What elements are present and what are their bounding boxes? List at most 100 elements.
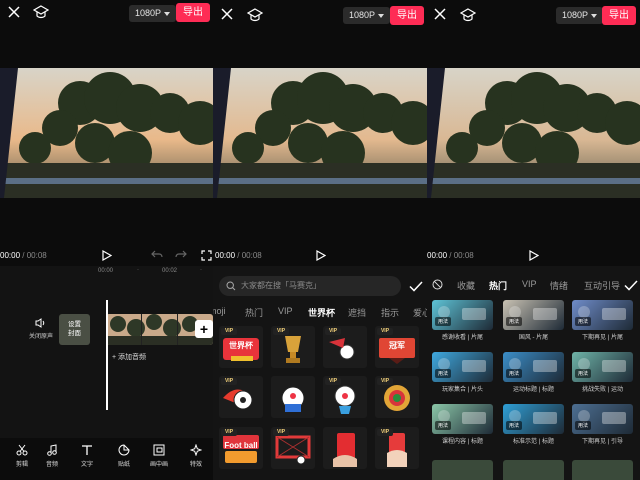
resolution-select[interactable]: 1080P — [556, 7, 604, 24]
play-icon[interactable] — [527, 248, 541, 262]
tutorial-cap-icon[interactable] — [459, 7, 477, 23]
football-character-sticker[interactable] — [271, 376, 315, 418]
vip-badge: VIP — [221, 378, 237, 385]
template-drawer: 收藏 热门 VIP 情绪 互动引导 用法 感谢收看 | 片尾 用法 国风 - 片尾 用法 下期再见… — [427, 266, 640, 480]
tutorial-cap-icon[interactable] — [32, 4, 50, 20]
vip-badge: VIP — [221, 328, 237, 335]
use-badge: 用法 — [575, 317, 592, 326]
redo-icon[interactable] — [174, 248, 188, 262]
template-card[interactable]: 用法 挑战失败 | 运动 — [572, 352, 633, 393]
template-tab[interactable]: 收藏 — [457, 279, 475, 292]
play-icon[interactable] — [314, 248, 328, 262]
cover-label-1: 设置 — [68, 321, 81, 328]
template-tab[interactable]: VIP — [522, 279, 537, 289]
mute-original-button[interactable]: 关闭原声 — [26, 318, 56, 340]
use-badge: 用法 — [506, 317, 523, 326]
top-bar: 1080P 导出 — [213, 0, 427, 28]
sticker-tab[interactable]: 热门 — [245, 306, 263, 319]
template-caption: 玩家集合 | 片头 — [442, 387, 483, 393]
template-card[interactable]: 用法 标准示范 | 标题 — [503, 404, 564, 445]
toolbar-picture-in-picture-button[interactable]: 画中画 — [145, 444, 173, 468]
template-caption: 运动标题 | 标题 — [513, 387, 554, 393]
toolbar-music-note-button[interactable]: 音频 — [38, 444, 66, 468]
play-icon[interactable] — [100, 248, 114, 262]
template-card[interactable]: 用法国风 - 片尾 — [503, 300, 564, 341]
sticker-tab[interactable]: 爱心 — [413, 306, 427, 319]
template-thumbnail: 用法 — [503, 352, 564, 382]
template-caption: 下期再见 | 片尾 — [582, 335, 623, 341]
template-card[interactable]: 用法 感谢收看 | 片尾 — [432, 300, 493, 341]
template-tab[interactable]: 情绪 — [550, 279, 568, 292]
sticker-tab[interactable]: 世界杯 — [308, 306, 335, 319]
vip-badge: VIP — [325, 328, 341, 335]
template-tab[interactable]: 热门 — [489, 279, 507, 292]
add-clip-button[interactable]: + — [195, 320, 213, 338]
toolbar-text-button[interactable]: 文字 — [73, 444, 101, 468]
trophy-sticker[interactable]: VIP — [271, 326, 315, 368]
template-card[interactable]: 用法下期再见 | 片尾 — [572, 300, 633, 341]
sticker-category-tabs: moji 热门 VIP 世界杯遮挡 指示 爱心 — [213, 306, 427, 326]
goal-net-sticker[interactable]: VIP — [271, 427, 315, 469]
confirm-check-icon[interactable] — [408, 279, 424, 293]
world-cup-title-sticker[interactable]: 世界杯 VIP — [219, 326, 263, 368]
top-bar: 1080P 导出 — [0, 0, 213, 28]
resolution-select[interactable]: 1080P — [343, 7, 391, 24]
kicking-boot-sticker[interactable]: VIP — [323, 326, 367, 368]
sticker-text: 世界杯 — [229, 341, 253, 350]
use-badge: 用法 — [435, 317, 452, 326]
template-card[interactable]: 用法 下期再见 | 引导 — [572, 404, 633, 445]
close-icon[interactable] — [6, 4, 22, 20]
hand-card-sticker[interactable]: VIP — [375, 427, 419, 469]
sticker-tab[interactable]: 遮挡 — [348, 306, 366, 319]
mute-label: 关闭原声 — [28, 334, 53, 340]
template-card[interactable]: 用法运动标题 | 标题 — [503, 352, 564, 393]
add-audio-button[interactable]: + 添加音频 — [112, 352, 146, 362]
set-cover-button[interactable]: 设置 封面 — [59, 314, 90, 345]
export-button[interactable]: 导出 — [390, 6, 424, 25]
template-card[interactable]: 用法课程内容 | 标题 — [432, 404, 493, 445]
export-button[interactable]: 导出 — [176, 3, 210, 22]
toolbar-label: 贴纸 — [117, 462, 130, 468]
template-card[interactable] — [572, 460, 633, 480]
template-thumbnail: 用法 — [572, 352, 633, 382]
template-card[interactable] — [503, 460, 564, 480]
champion-sticker[interactable]: 冠军 VIP — [375, 326, 419, 368]
close-icon[interactable] — [433, 7, 447, 21]
video-preview — [427, 68, 640, 198]
toolbar-effects-button[interactable]: 特效 — [182, 444, 210, 468]
sticker-tab[interactable]: moji — [213, 306, 226, 316]
tutorial-cap-icon[interactable] — [246, 7, 264, 23]
football-badge-sticker[interactable]: VIP — [375, 376, 419, 418]
fire-football-sticker[interactable]: VIP — [219, 376, 263, 418]
template-caption: 课程内容 | 标题 — [442, 439, 483, 445]
red-card-sticker[interactable] — [323, 427, 367, 469]
video-preview — [213, 68, 427, 198]
sticker-tab[interactable]: VIP — [278, 306, 293, 316]
playhead[interactable] — [106, 300, 108, 410]
use-badge: 用法 — [435, 369, 452, 378]
template-thumbnail: 用法 — [572, 300, 633, 330]
close-icon[interactable] — [220, 7, 234, 21]
football-text-sticker[interactable]: Foot ball VIP — [219, 427, 263, 469]
music-note-icon — [38, 444, 66, 456]
effects-icon — [182, 444, 210, 456]
template-thumbnail: 用法 — [432, 352, 493, 382]
time-display: 00:00 / 00:08 — [427, 251, 474, 260]
confirm-check-icon[interactable] — [623, 278, 639, 292]
use-badge: 用法 — [435, 421, 452, 430]
export-button[interactable]: 导出 — [602, 6, 636, 25]
vip-badge: VIP — [221, 429, 237, 436]
template-card[interactable] — [432, 460, 493, 480]
template-tab[interactable]: 互动引导 — [584, 279, 620, 292]
sticker-tab[interactable]: 指示 — [381, 306, 399, 319]
template-card[interactable]: 用法玩家集合 | 片头 — [432, 352, 493, 393]
undo-icon[interactable] — [150, 248, 164, 262]
template-caption: 国风 - 片尾 — [518, 335, 549, 341]
resolution-select[interactable]: 1080P — [129, 5, 177, 22]
sticker-search-input[interactable]: 大家都在搜「马赛克」 — [219, 276, 401, 296]
fullscreen-icon[interactable] — [199, 248, 213, 262]
ball-mascot-sticker[interactable]: VIP — [323, 376, 367, 418]
toolbar-scissors-button[interactable]: 剪辑 — [8, 444, 36, 468]
toolbar-sticker-button[interactable]: 贴纸 — [110, 444, 138, 468]
picture-in-picture-icon — [145, 444, 173, 456]
